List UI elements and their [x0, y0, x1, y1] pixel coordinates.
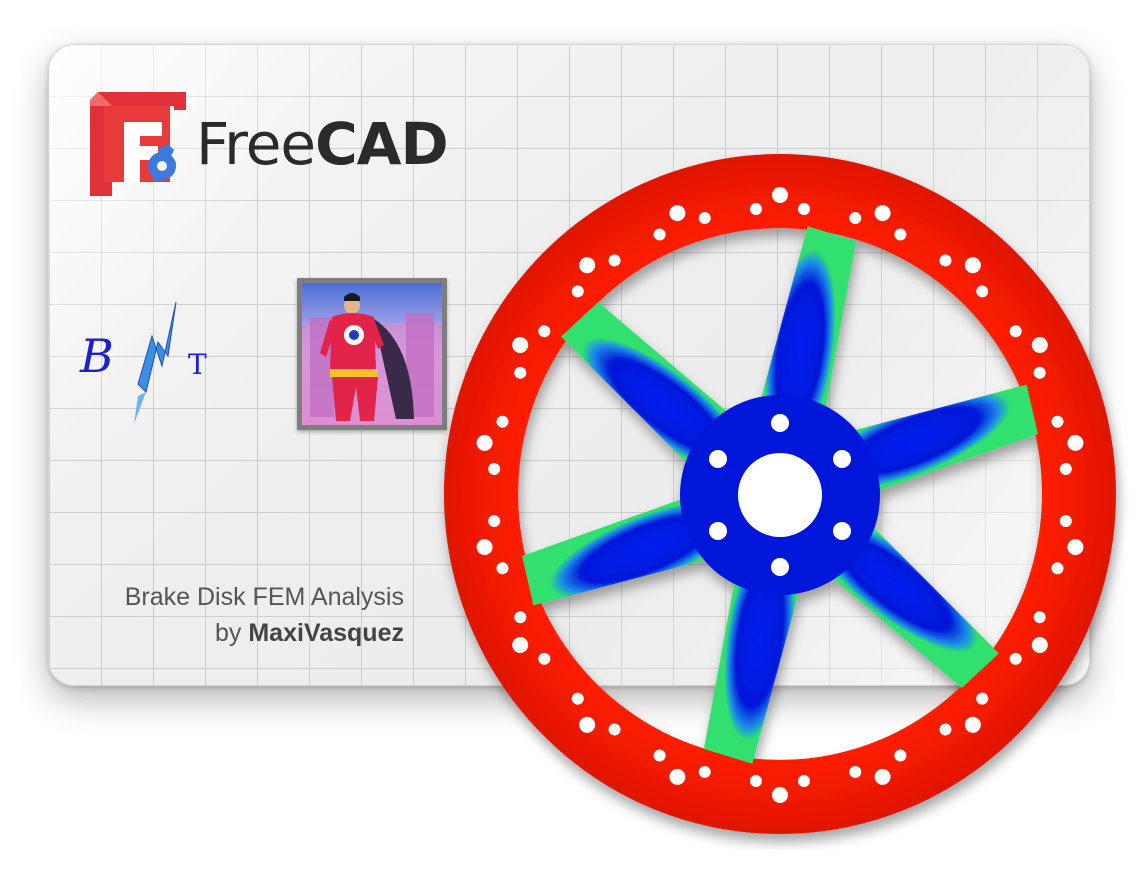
- author-prefix: by: [215, 619, 249, 647]
- svg-text:T: T: [188, 348, 207, 381]
- author-line: by MaxiVasquez: [215, 619, 404, 648]
- svg-text:B: B: [79, 329, 114, 383]
- app-title-suffix: CAD: [315, 110, 449, 178]
- bnt-logo-icon: B T: [79, 301, 207, 424]
- project-title: Brake Disk FEM Analysis: [124, 583, 404, 611]
- superhero-avatar-image: [297, 278, 447, 430]
- brake-disk-fem-image: [443, 154, 1116, 834]
- author-name: MaxiVasquez: [248, 619, 404, 647]
- app-title-prefix: Free: [196, 110, 316, 178]
- freecad-logo-icon: [90, 92, 186, 196]
- avatar-illustration: [302, 283, 442, 425]
- app-title: FreeCAD: [196, 110, 449, 178]
